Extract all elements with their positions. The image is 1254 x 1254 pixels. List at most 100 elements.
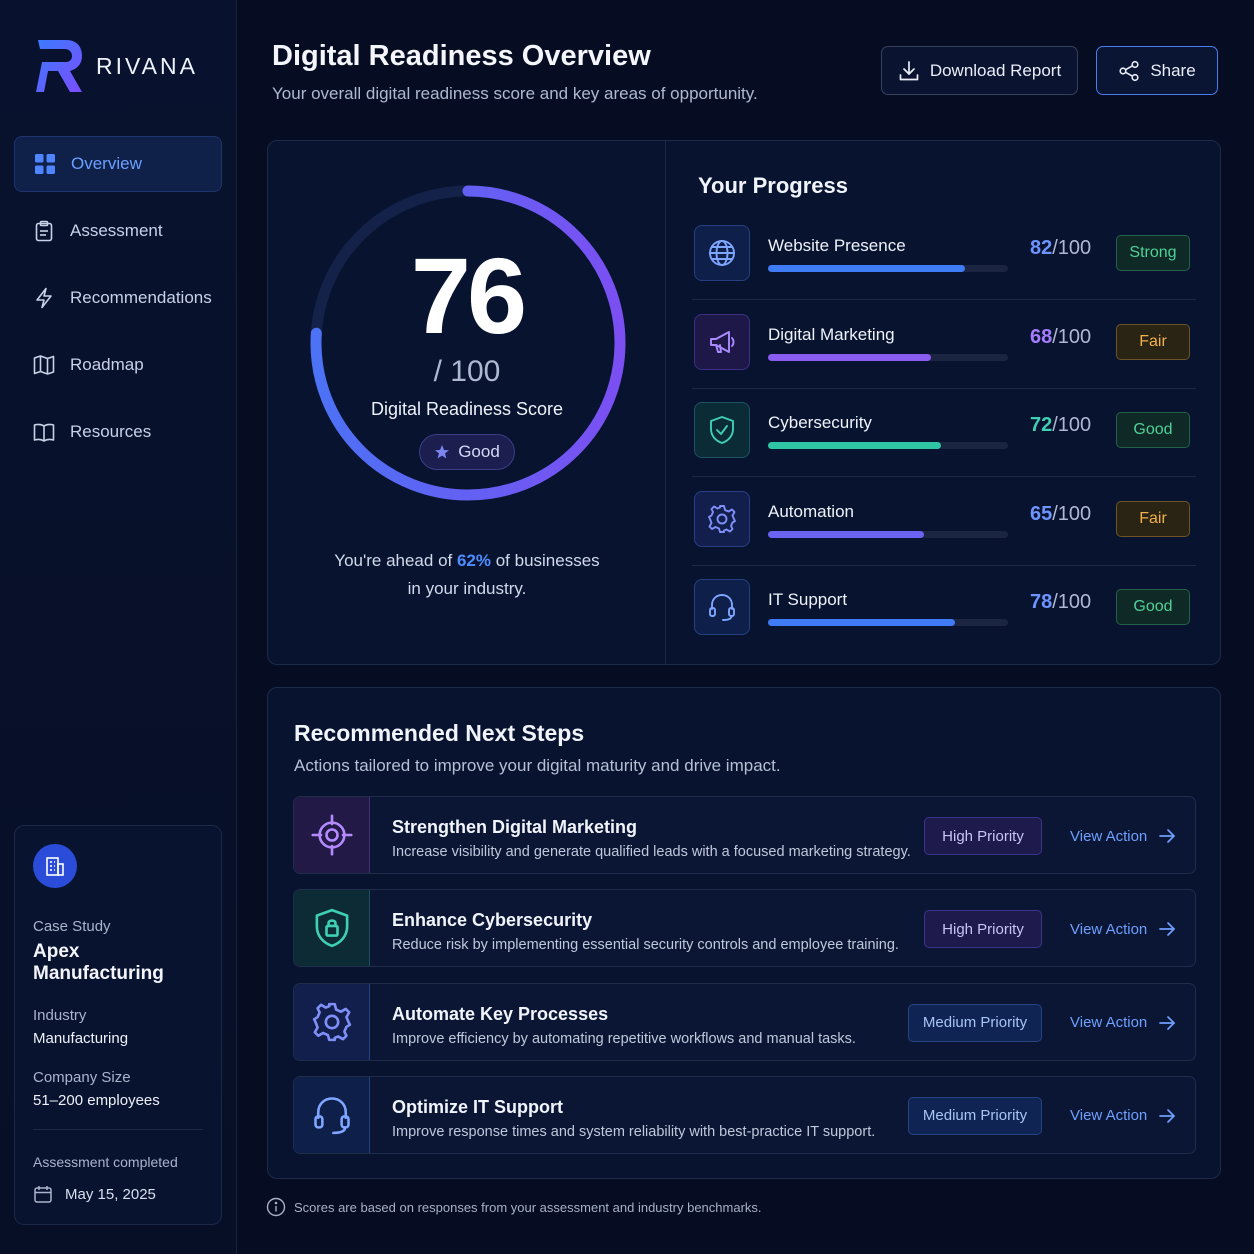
progress-max: /100 <box>1052 237 1092 259</box>
view-action-link[interactable]: View Action <box>1070 919 1177 939</box>
progress-score: 65 <box>1030 502 1053 525</box>
view-action-link[interactable]: View Action <box>1070 1106 1177 1126</box>
bolt-icon <box>36 287 52 309</box>
sidebar-item-recommendations[interactable]: Recommendations <box>14 270 222 326</box>
progress-track <box>768 619 1008 626</box>
progress-track <box>768 530 1008 538</box>
progress-max: /100 <box>1052 502 1092 525</box>
industry-value: Manufacturing <box>33 1030 129 1047</box>
progress-value: 78/100 <box>1030 591 1091 614</box>
download-report-label: Download Report <box>929 60 1062 80</box>
recommendations-title: Recommended Next Steps <box>294 720 585 746</box>
recommendation-title: Automate Key Processes <box>392 1003 609 1024</box>
progress-status-badge: Fair <box>1116 323 1190 360</box>
progress-value: 72/100 <box>1030 414 1091 437</box>
progress-fill <box>768 353 932 361</box>
progress-title: Your Progress <box>698 173 848 198</box>
grid-icon <box>35 154 55 174</box>
score-panel: 76 / 100 Digital Readiness Score Good Yo… <box>267 140 1221 665</box>
progress-name: Cybersecurity <box>768 413 872 432</box>
row-divider <box>692 564 1196 566</box>
book-icon <box>33 423 55 442</box>
sidebar-item-roadmap[interactable]: Roadmap <box>14 337 222 393</box>
recommendation-title: Enhance Cybersecurity <box>392 910 593 931</box>
comparison-prefix: You're ahead of <box>334 551 457 570</box>
star-icon <box>435 445 450 459</box>
download-icon <box>899 60 919 80</box>
sidebar-item-label: Assessment <box>70 221 163 240</box>
gear-icon <box>312 1002 351 1041</box>
recommendation-description: Improve efficiency by automating repetit… <box>392 1030 856 1047</box>
progress-value: 65/100 <box>1030 503 1091 526</box>
download-report-button[interactable]: Download Report <box>881 46 1078 95</box>
priority-badge: High Priority <box>924 910 1042 949</box>
progress-fill <box>768 530 924 538</box>
comparison-line2: in your industry. <box>407 579 527 598</box>
headset-icon <box>709 594 735 621</box>
score-denominator: / 100 <box>433 355 501 388</box>
recommendation-description: Increase visibility and generate qualifi… <box>392 844 911 860</box>
info-icon <box>266 1197 286 1217</box>
row-divider <box>692 387 1196 389</box>
industry-comparison: You're ahead of 62% of businesses in you… <box>268 547 666 603</box>
recommendation-description: Improve response times and system reliab… <box>392 1123 876 1140</box>
building-icon <box>46 857 64 876</box>
recommendations-subtitle: Actions tailored to improve your digital… <box>294 756 781 775</box>
case-study-card: Case Study Apex Manufacturing Industry M… <box>14 825 222 1225</box>
sidebar-nav: Overview Assessment Recommendations Road… <box>14 136 222 471</box>
recommendation-description: Reduce risk by implementing essential se… <box>392 937 899 954</box>
recommendation-icon-box <box>294 1076 370 1153</box>
score-label: Digital Readiness Score <box>370 399 564 419</box>
progress-status-badge: Good <box>1116 589 1190 625</box>
case-study-name: Apex Manufacturing <box>33 941 164 984</box>
priority-badge: Medium Priority <box>908 1003 1042 1042</box>
progress-track <box>768 265 1008 272</box>
progress-score: 68 <box>1030 325 1053 348</box>
progress-name: Automation <box>768 501 854 521</box>
sidebar-item-overview[interactable]: Overview <box>14 136 222 192</box>
sidebar-item-label: Overview <box>71 154 142 173</box>
footer-note: Scores are based on responses from your … <box>266 1197 762 1217</box>
globe-icon <box>709 240 735 266</box>
sidebar-item-assessment[interactable]: Assessment <box>14 203 222 259</box>
page-title: Digital Readiness Overview <box>272 40 651 72</box>
view-action-label: View Action <box>1070 1107 1148 1125</box>
sidebar-item-resources[interactable]: Resources <box>14 404 222 460</box>
recommendation-title: Optimize IT Support <box>392 1096 563 1117</box>
calendar-icon <box>34 1186 52 1203</box>
progress-score: 82 <box>1030 237 1053 259</box>
score-status-label: Good <box>458 442 500 461</box>
progress-fill <box>768 619 956 626</box>
view-action-label: View Action <box>1070 827 1148 845</box>
progress-max: /100 <box>1052 414 1092 436</box>
recommendation-row: Strengthen Digital Marketing Increase vi… <box>293 796 1196 874</box>
brand-logo[interactable]: RIVANA <box>36 38 198 94</box>
assessment-completed-label: Assessment completed <box>33 1154 178 1170</box>
priority-badge: High Priority <box>924 817 1042 855</box>
page-subtitle: Your overall digital readiness score and… <box>272 84 758 103</box>
sidebar-item-label: Resources <box>70 422 152 441</box>
comparison-percent: 62% <box>456 551 491 570</box>
progress-status-badge: Good <box>1116 412 1190 448</box>
score-value: 76 <box>410 235 527 356</box>
arrow-right-icon <box>1159 1015 1176 1030</box>
view-action-link[interactable]: View Action <box>1070 1013 1177 1033</box>
score-status-badge: Good <box>419 434 515 470</box>
progress-status-badge: Strong <box>1116 235 1190 271</box>
share-button[interactable]: Share <box>1096 46 1218 95</box>
row-divider <box>692 476 1196 477</box>
progress-icon-box <box>694 225 750 281</box>
share-icon <box>1119 60 1139 81</box>
clipboard-icon <box>35 220 53 242</box>
progress-name: Digital Marketing <box>768 324 895 344</box>
company-size-label: Company Size <box>33 1069 131 1086</box>
recommendation-row: Optimize IT Support Improve response tim… <box>293 1075 1196 1154</box>
progress-value: 82/100 <box>1030 237 1091 260</box>
recommendations-panel: Recommended Next Steps Actions tailored … <box>267 687 1221 1179</box>
view-action-link[interactable]: View Action <box>1070 826 1177 846</box>
arrow-right-icon <box>1159 1109 1176 1123</box>
recommendation-title: Strengthen Digital Marketing <box>392 817 638 837</box>
progress-score: 72 <box>1030 414 1053 436</box>
progress-status-badge: Fair <box>1116 500 1190 537</box>
priority-badge: Medium Priority <box>908 1096 1042 1135</box>
